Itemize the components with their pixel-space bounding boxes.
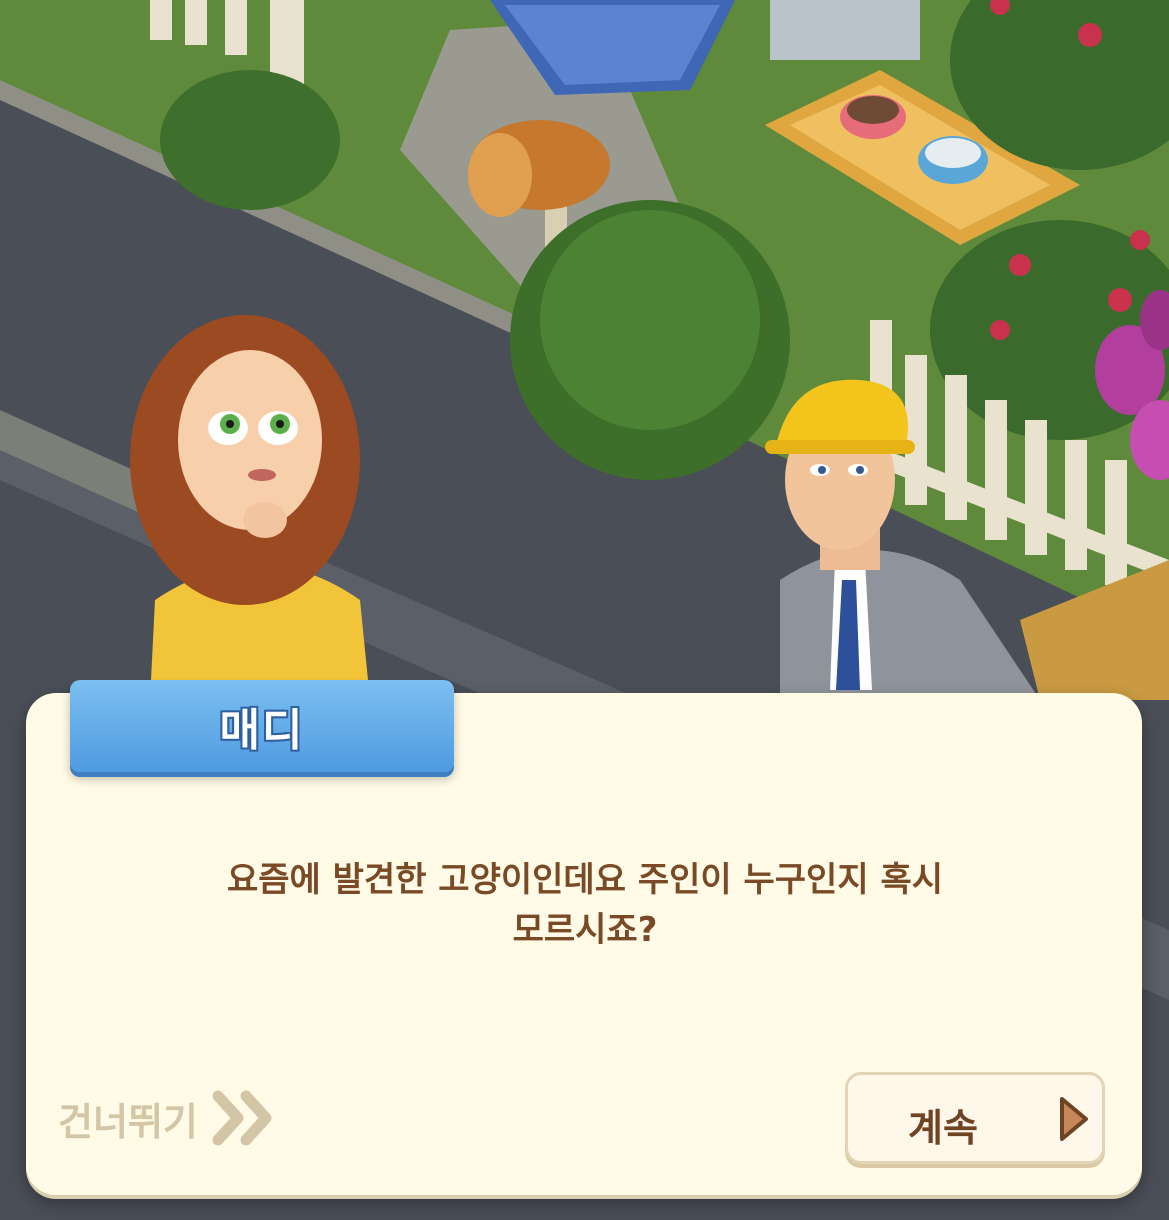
dialog-message-line-2: 모르시죠? [512, 910, 658, 950]
skip-label: 건너뛰기 [58, 1099, 198, 1144]
speaker-name-tab: 매디 [70, 680, 454, 772]
dialog-message: 요즘에 발견한 고양이인데요 주인이 누구인지 혹시 모르시죠? [120, 855, 1050, 955]
continue-button[interactable]: 계속 [845, 1072, 1105, 1164]
double-chevron-right-icon [212, 1090, 272, 1146]
speaker-name: 매디 [219, 705, 305, 756]
dialog-message-line-1: 요즘에 발견한 고양이인데요 주인이 누구인지 혹시 [226, 860, 944, 900]
skip-button[interactable]: 건너뛰기 [58, 1086, 278, 1150]
play-triangle-icon [1060, 1097, 1088, 1141]
continue-label: 계속 [908, 1106, 978, 1150]
maddie-character [130, 315, 370, 700]
